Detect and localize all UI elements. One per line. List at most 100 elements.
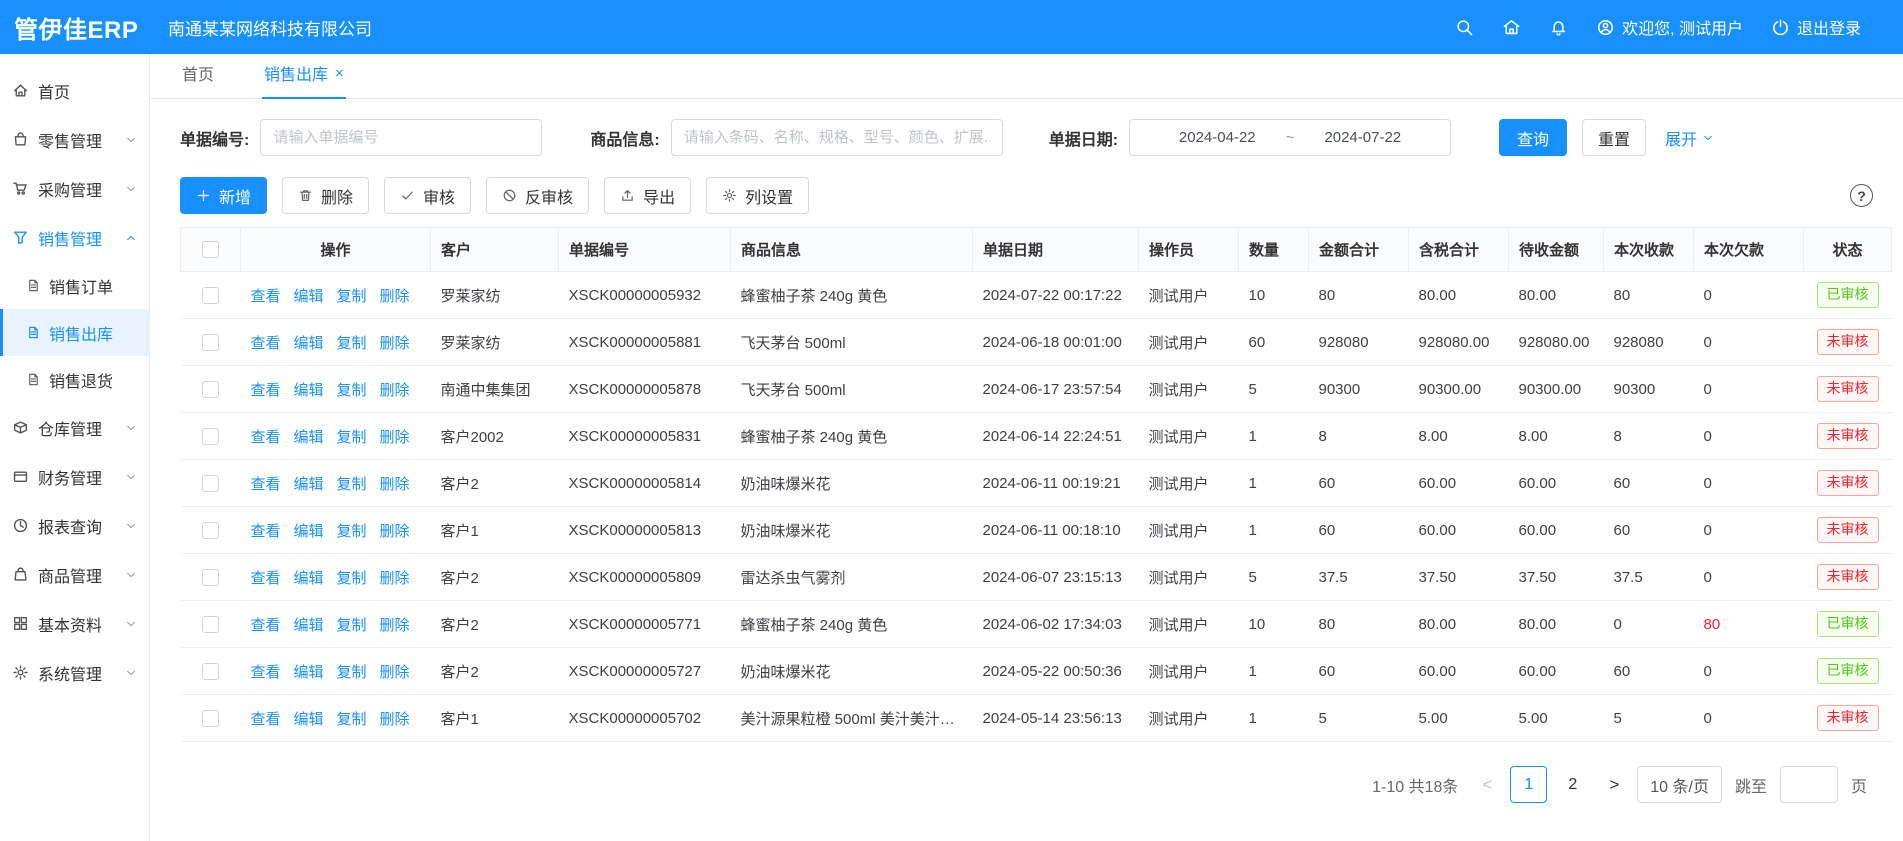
row-checkbox[interactable] bbox=[202, 663, 219, 680]
product-info-input[interactable] bbox=[671, 119, 1003, 156]
toolbar-button-1[interactable]: 删除 bbox=[282, 177, 369, 214]
delete-link[interactable]: 删除 bbox=[380, 335, 410, 352]
view-link[interactable]: 查看 bbox=[251, 617, 281, 634]
date-end[interactable]: 2024-07-22 bbox=[1324, 129, 1401, 146]
copy-link[interactable]: 复制 bbox=[337, 617, 367, 634]
date-range-picker[interactable]: 2024-04-22 ~ 2024-07-22 bbox=[1129, 119, 1451, 156]
user-menu[interactable]: 欢迎您, 测试用户 bbox=[1596, 15, 1743, 39]
edit-link[interactable]: 编辑 bbox=[294, 570, 324, 587]
table-row-4: 查看编辑复制删除客户2XSCK00000005814奶油味爆米花2024-06-… bbox=[181, 460, 1892, 507]
delete-link[interactable]: 删除 bbox=[380, 617, 410, 634]
sidebar-item-8[interactable]: 基本资料 bbox=[0, 599, 149, 648]
copy-link[interactable]: 复制 bbox=[337, 476, 367, 493]
view-link[interactable]: 查看 bbox=[251, 335, 281, 352]
delete-link[interactable]: 删除 bbox=[380, 382, 410, 399]
toolbar-button-5[interactable]: 列设置 bbox=[706, 177, 809, 214]
cell-receivable: 8.00 bbox=[1509, 413, 1604, 460]
edit-link[interactable]: 编辑 bbox=[294, 523, 324, 540]
row-checkbox[interactable] bbox=[202, 569, 219, 586]
page-button-1[interactable]: 1 bbox=[1510, 766, 1547, 803]
help-icon[interactable]: ? bbox=[1850, 184, 1873, 207]
copy-link[interactable]: 复制 bbox=[337, 429, 367, 446]
sidebar-item-6[interactable]: 报表查询 bbox=[0, 501, 149, 550]
cell-customer: 客户2 bbox=[431, 648, 559, 695]
bill-no-input[interactable] bbox=[260, 119, 542, 156]
row-checkbox[interactable] bbox=[202, 475, 219, 492]
view-link[interactable]: 查看 bbox=[251, 711, 281, 728]
toolbar-button-4[interactable]: 导出 bbox=[604, 177, 691, 214]
delete-link[interactable]: 删除 bbox=[380, 711, 410, 728]
delete-link[interactable]: 删除 bbox=[380, 570, 410, 587]
sidebar-subitem-3-1[interactable]: 销售出库 bbox=[0, 309, 149, 356]
edit-link[interactable]: 编辑 bbox=[294, 664, 324, 681]
view-link[interactable]: 查看 bbox=[251, 523, 281, 540]
copy-link[interactable]: 复制 bbox=[337, 288, 367, 305]
copy-link[interactable]: 复制 bbox=[337, 711, 367, 728]
sidebar-item-2[interactable]: 采购管理 bbox=[0, 164, 149, 213]
sidebar-item-1[interactable]: 零售管理 bbox=[0, 115, 149, 164]
page-button-2[interactable]: 2 bbox=[1554, 766, 1591, 803]
close-tab-icon[interactable]: × bbox=[335, 65, 344, 82]
row-checkbox[interactable] bbox=[202, 522, 219, 539]
delete-link[interactable]: 删除 bbox=[380, 476, 410, 493]
delete-link[interactable]: 删除 bbox=[380, 523, 410, 540]
tab-sales-outbound[interactable]: 销售出库 × bbox=[262, 61, 346, 98]
toolbar-button-3[interactable]: 反审核 bbox=[486, 177, 589, 214]
reset-button[interactable]: 重置 bbox=[1582, 119, 1646, 156]
search-icon[interactable] bbox=[1455, 18, 1474, 37]
view-link[interactable]: 查看 bbox=[251, 429, 281, 446]
toolbar-button-2[interactable]: 审核 bbox=[384, 177, 471, 214]
row-checkbox[interactable] bbox=[202, 616, 219, 633]
row-checkbox[interactable] bbox=[202, 710, 219, 727]
edit-link[interactable]: 编辑 bbox=[294, 335, 324, 352]
sidebar-item-5[interactable]: 财务管理 bbox=[0, 452, 149, 501]
delete-link[interactable]: 删除 bbox=[380, 429, 410, 446]
logout-button[interactable]: 退出登录 bbox=[1771, 15, 1861, 39]
row-checkbox[interactable] bbox=[202, 334, 219, 351]
status-badge: 未审核 bbox=[1817, 705, 1879, 731]
edit-link[interactable]: 编辑 bbox=[294, 476, 324, 493]
sidebar-subitem-3-0[interactable]: 销售订单 bbox=[0, 262, 149, 309]
toolbar-button-0[interactable]: 新增 bbox=[180, 177, 267, 214]
sidebar-item-label: 报表查询 bbox=[38, 514, 102, 538]
sidebar-item-9[interactable]: 系统管理 bbox=[0, 648, 149, 697]
edit-link[interactable]: 编辑 bbox=[294, 711, 324, 728]
view-link[interactable]: 查看 bbox=[251, 664, 281, 681]
edit-link[interactable]: 编辑 bbox=[294, 382, 324, 399]
copy-link[interactable]: 复制 bbox=[337, 335, 367, 352]
row-checkbox[interactable] bbox=[202, 287, 219, 304]
sidebar-subitem-3-2[interactable]: 销售退货 bbox=[0, 356, 149, 403]
expand-link[interactable]: 展开 bbox=[1665, 126, 1714, 150]
copy-link[interactable]: 复制 bbox=[337, 382, 367, 399]
sidebar-item-4[interactable]: 仓库管理 bbox=[0, 403, 149, 452]
page-size-select[interactable]: 10 条/页 bbox=[1637, 766, 1722, 803]
next-page-button[interactable]: > bbox=[1604, 775, 1624, 795]
sidebar-item-3[interactable]: 销售管理 bbox=[0, 213, 149, 262]
column-header-3: 商品信息 bbox=[731, 228, 973, 272]
view-link[interactable]: 查看 bbox=[251, 288, 281, 305]
bell-icon[interactable] bbox=[1549, 18, 1568, 37]
edit-link[interactable]: 编辑 bbox=[294, 288, 324, 305]
tab-home[interactable]: 首页 bbox=[180, 61, 216, 98]
search-button[interactable]: 查询 bbox=[1499, 119, 1567, 156]
sidebar-item-7[interactable]: 商品管理 bbox=[0, 550, 149, 599]
select-all-checkbox[interactable] bbox=[202, 241, 219, 258]
copy-link[interactable]: 复制 bbox=[337, 570, 367, 587]
sidebar-item-0[interactable]: 首页 bbox=[0, 66, 149, 115]
prev-page-button[interactable]: < bbox=[1477, 775, 1497, 795]
date-start[interactable]: 2024-04-22 bbox=[1179, 129, 1256, 146]
edit-link[interactable]: 编辑 bbox=[294, 617, 324, 634]
delete-link[interactable]: 删除 bbox=[380, 288, 410, 305]
view-link[interactable]: 查看 bbox=[251, 382, 281, 399]
row-checkbox[interactable] bbox=[202, 428, 219, 445]
delete-link[interactable]: 删除 bbox=[380, 664, 410, 681]
view-link[interactable]: 查看 bbox=[251, 570, 281, 587]
home-nav-icon[interactable] bbox=[1502, 18, 1521, 37]
copy-link[interactable]: 复制 bbox=[337, 664, 367, 681]
edit-link[interactable]: 编辑 bbox=[294, 429, 324, 446]
view-link[interactable]: 查看 bbox=[251, 476, 281, 493]
jump-page-input[interactable] bbox=[1780, 766, 1838, 803]
copy-link[interactable]: 复制 bbox=[337, 523, 367, 540]
chevron-down-icon bbox=[125, 520, 137, 532]
row-checkbox[interactable] bbox=[202, 381, 219, 398]
